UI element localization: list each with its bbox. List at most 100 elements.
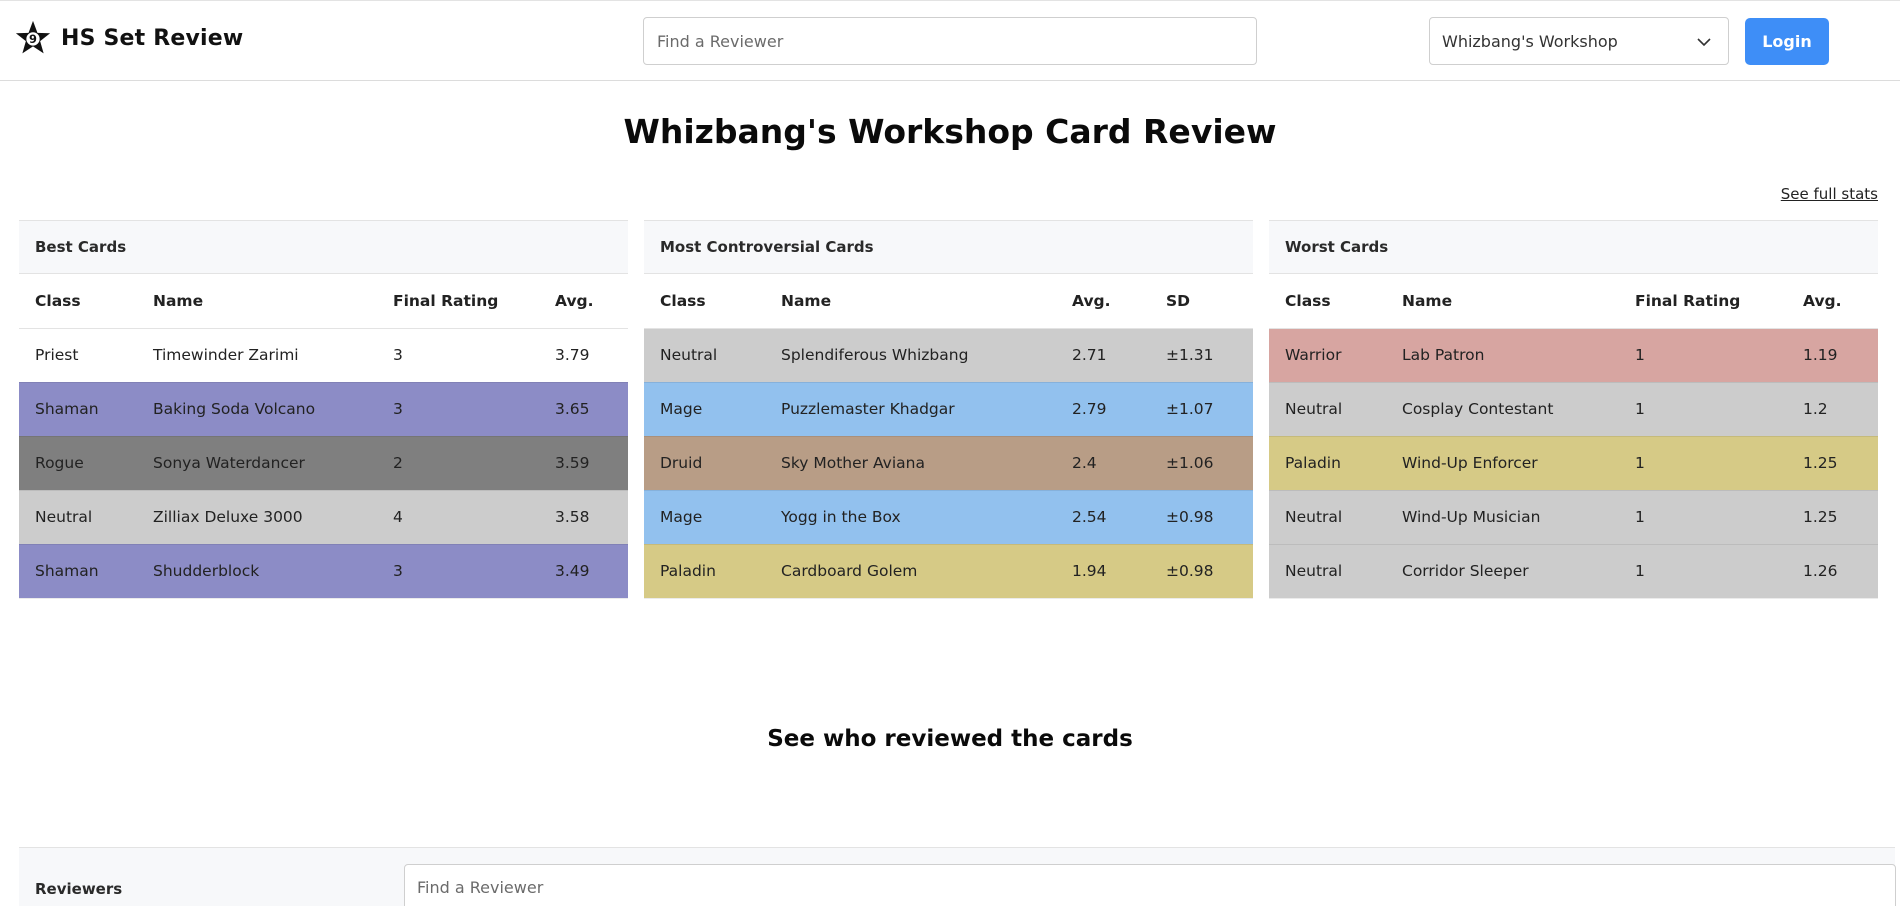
class-cell: Mage: [644, 382, 765, 437]
card-name-cell: Lab Patron: [1386, 328, 1619, 383]
class-cell: Paladin: [644, 544, 765, 599]
column-header[interactable]: Name: [765, 274, 1056, 329]
average-cell: 1.25: [1787, 490, 1878, 545]
column-header[interactable]: SD: [1150, 274, 1253, 329]
std-dev-cell: ±1.06: [1150, 436, 1253, 491]
table-row[interactable]: Mage Yogg in the Box 2.54 ±0.98: [644, 490, 1253, 545]
average-cell: 3.65: [539, 382, 628, 437]
table-row[interactable]: Neutral Cosplay Contestant 1 1.2: [1269, 382, 1878, 437]
table-row[interactable]: Paladin Cardboard Golem 1.94 ±0.98: [644, 544, 1253, 599]
final-rating-cell: 2: [377, 436, 539, 491]
final-rating-cell: 3: [377, 544, 539, 599]
star-logo-icon: 9: [15, 20, 51, 54]
class-cell: Neutral: [1269, 382, 1386, 437]
table-header-row: Class Name Avg. SD: [644, 274, 1253, 329]
controversial-cards-panel: Most Controversial Cards Class Name Avg.…: [644, 220, 1253, 599]
set-select-value: Whizbang's Workshop: [1442, 31, 1618, 51]
brand[interactable]: 9 HS Set Review: [14, 19, 243, 57]
column-header[interactable]: Final Rating: [377, 274, 539, 329]
final-rating-cell: 1: [1619, 328, 1787, 383]
column-header[interactable]: Final Rating: [1619, 274, 1787, 329]
column-header[interactable]: Class: [19, 274, 137, 329]
class-cell: Neutral: [19, 490, 137, 545]
average-cell: 2.71: [1056, 328, 1150, 383]
panel-title: Best Cards: [19, 220, 628, 274]
brand-title: HS Set Review: [61, 25, 244, 51]
svg-text:9: 9: [29, 32, 37, 46]
average-cell: 2.4: [1056, 436, 1150, 491]
std-dev-cell: ±1.07: [1150, 382, 1253, 437]
reviewers-panel: Reviewers: [19, 847, 1896, 906]
page-title: Whizbang's Workshop Card Review: [623, 112, 1277, 151]
top-navbar: 9 HS Set Review Whizbang's Workshop Logi…: [0, 0, 1900, 81]
best-cards-panel: Best Cards Class Name Final Rating Avg. …: [19, 220, 628, 599]
table-header-row: Class Name Final Rating Avg.: [19, 274, 628, 329]
std-dev-cell: ±0.98: [1150, 544, 1253, 599]
table-header-row: Class Name Final Rating Avg.: [1269, 274, 1878, 329]
column-header[interactable]: Avg.: [1787, 274, 1878, 329]
reviewers-search-input[interactable]: [404, 864, 1896, 906]
class-cell: Druid: [644, 436, 765, 491]
column-header[interactable]: Class: [644, 274, 765, 329]
class-cell: Shaman: [19, 382, 137, 437]
average-cell: 1.26: [1787, 544, 1878, 599]
class-cell: Warrior: [1269, 328, 1386, 383]
panel-title: Most Controversial Cards: [644, 220, 1253, 274]
table-row[interactable]: Neutral Splendiferous Whizbang 2.71 ±1.3…: [644, 328, 1253, 383]
card-name-cell: Baking Soda Volcano: [137, 382, 377, 437]
average-cell: 1.25: [1787, 436, 1878, 491]
table-row[interactable]: Mage Puzzlemaster Khadgar 2.79 ±1.07: [644, 382, 1253, 437]
table-row[interactable]: Priest Timewinder Zarimi 3 3.79: [19, 328, 628, 383]
reviewers-section-title: See who reviewed the cards: [767, 726, 1133, 752]
set-select[interactable]: Whizbang's Workshop: [1429, 17, 1729, 65]
chevron-down-icon: [1697, 38, 1711, 47]
column-header[interactable]: Name: [1386, 274, 1619, 329]
login-button[interactable]: Login: [1745, 18, 1829, 65]
card-name-cell: Shudderblock: [137, 544, 377, 599]
table-row[interactable]: Rogue Sonya Waterdancer 2 3.59: [19, 436, 628, 491]
column-header[interactable]: Avg.: [1056, 274, 1150, 329]
table-row[interactable]: Shaman Baking Soda Volcano 3 3.65: [19, 382, 628, 437]
controversial-cards-table: Class Name Avg. SD Neutral Splendiferous…: [644, 274, 1253, 599]
class-cell: Shaman: [19, 544, 137, 599]
card-name-cell: Sonya Waterdancer: [137, 436, 377, 491]
card-name-cell: Cardboard Golem: [765, 544, 1056, 599]
card-name-cell: Timewinder Zarimi: [137, 328, 377, 383]
table-row[interactable]: Shaman Shudderblock 3 3.49: [19, 544, 628, 599]
average-cell: 1.2: [1787, 382, 1878, 437]
reviewer-search-input[interactable]: [643, 17, 1257, 65]
table-row[interactable]: Paladin Wind-Up Enforcer 1 1.25: [1269, 436, 1878, 491]
card-name-cell: Cosplay Contestant: [1386, 382, 1619, 437]
final-rating-cell: 1: [1619, 382, 1787, 437]
card-name-cell: Puzzlemaster Khadgar: [765, 382, 1056, 437]
std-dev-cell: ±1.31: [1150, 328, 1253, 383]
table-row[interactable]: Neutral Zilliax Deluxe 3000 4 3.58: [19, 490, 628, 545]
final-rating-cell: 1: [1619, 544, 1787, 599]
panel-title: Worst Cards: [1269, 220, 1878, 274]
best-cards-table: Class Name Final Rating Avg. Priest Time…: [19, 274, 628, 599]
class-cell: Mage: [644, 490, 765, 545]
card-name-cell: Zilliax Deluxe 3000: [137, 490, 377, 545]
column-header[interactable]: Name: [137, 274, 377, 329]
table-row[interactable]: Neutral Wind-Up Musician 1 1.25: [1269, 490, 1878, 545]
class-cell: Neutral: [644, 328, 765, 383]
worst-cards-table: Class Name Final Rating Avg. Warrior Lab…: [1269, 274, 1878, 599]
see-full-stats-link[interactable]: See full stats: [1781, 185, 1878, 203]
worst-cards-panel: Worst Cards Class Name Final Rating Avg.…: [1269, 220, 1878, 599]
class-cell: Paladin: [1269, 436, 1386, 491]
table-row[interactable]: Warrior Lab Patron 1 1.19: [1269, 328, 1878, 383]
column-header[interactable]: Class: [1269, 274, 1386, 329]
class-cell: Rogue: [19, 436, 137, 491]
card-name-cell: Yogg in the Box: [765, 490, 1056, 545]
final-rating-cell: 4: [377, 490, 539, 545]
card-name-cell: Sky Mother Aviana: [765, 436, 1056, 491]
final-rating-cell: 1: [1619, 436, 1787, 491]
table-row[interactable]: Neutral Corridor Sleeper 1 1.26: [1269, 544, 1878, 599]
card-name-cell: Wind-Up Musician: [1386, 490, 1619, 545]
table-row[interactable]: Druid Sky Mother Aviana 2.4 ±1.06: [644, 436, 1253, 491]
std-dev-cell: ±0.98: [1150, 490, 1253, 545]
final-rating-cell: 1: [1619, 490, 1787, 545]
column-header[interactable]: Avg.: [539, 274, 628, 329]
class-cell: Neutral: [1269, 544, 1386, 599]
average-cell: 3.79: [539, 328, 628, 383]
